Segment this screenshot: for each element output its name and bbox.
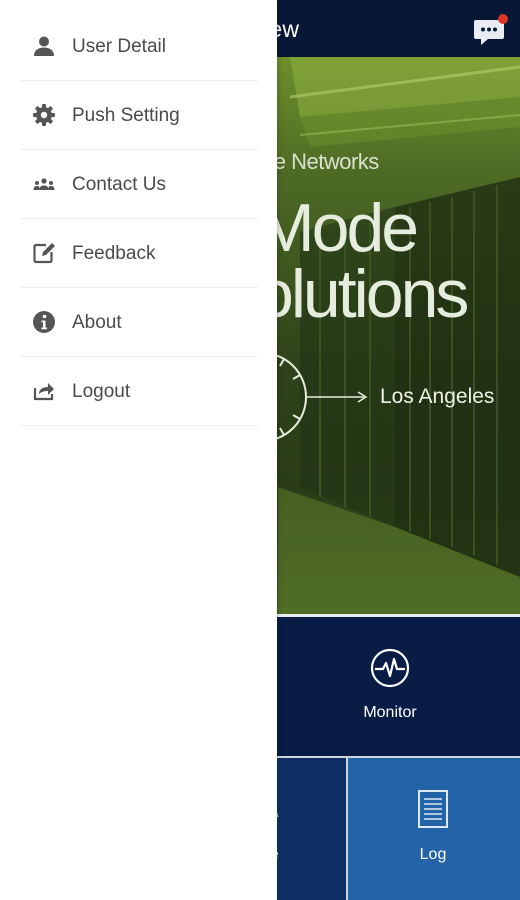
monitor-heartbeat-icon — [370, 648, 410, 688]
user-icon — [34, 36, 54, 56]
notification-badge — [498, 14, 508, 24]
log-label: Log — [419, 846, 447, 863]
menu-label: About — [72, 312, 122, 333]
log-tile[interactable] — [348, 758, 520, 900]
contacts-icon — [33, 178, 55, 190]
menu-label: Push Setting — [72, 105, 180, 126]
logout-icon — [33, 383, 54, 401]
gear-icon — [33, 104, 55, 126]
menu-item-logout[interactable]: Logout — [20, 357, 258, 426]
menu-label: Logout — [72, 381, 131, 402]
menu-item-push-setting[interactable]: Push Setting — [20, 81, 258, 150]
menu-item-user-detail[interactable]: User Detail — [20, 12, 258, 81]
hero-headline-2: olutions — [256, 256, 469, 332]
menu-label: Contact Us — [72, 174, 166, 195]
side-drawer: User Detail Push Setting Contact Us Feed… — [0, 0, 277, 900]
menu-item-about[interactable]: About — [20, 288, 258, 357]
info-icon — [33, 311, 55, 333]
menu-label: Feedback — [72, 243, 156, 264]
menu-item-contact-us[interactable]: Contact Us — [20, 150, 258, 219]
log-document-icon — [418, 790, 448, 828]
menu-label: User Detail — [72, 36, 166, 57]
hero-city-label: Los Angeles — [380, 385, 495, 408]
edit-icon — [33, 243, 55, 264]
menu-item-feedback[interactable]: Feedback — [20, 219, 258, 288]
hero-company-text: ne Networks — [262, 149, 379, 174]
monitor-label: Monitor — [363, 704, 417, 721]
